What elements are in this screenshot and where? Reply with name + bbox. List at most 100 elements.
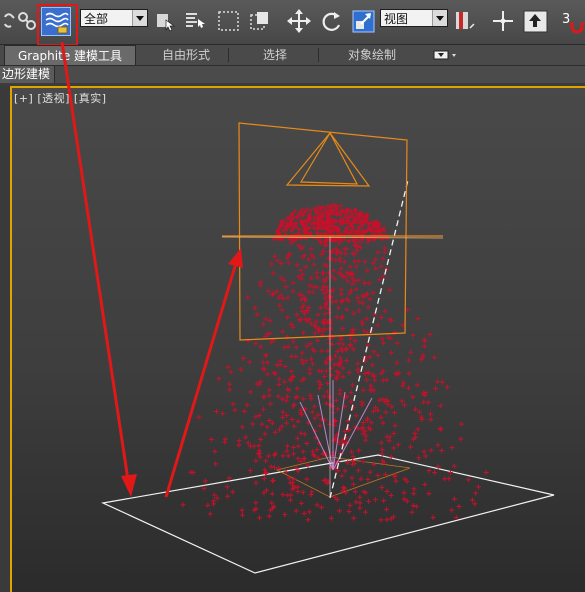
particle [248, 468, 254, 474]
particle [279, 307, 285, 313]
particle [351, 310, 357, 316]
particle [426, 491, 432, 497]
particle [222, 436, 228, 442]
particle [220, 411, 226, 417]
particle [435, 442, 441, 448]
particle [257, 381, 263, 387]
particle [321, 270, 327, 276]
particle [225, 364, 231, 370]
particle [265, 288, 271, 294]
particle [257, 515, 263, 521]
particle [282, 512, 288, 518]
particle [213, 461, 219, 467]
particle [212, 448, 218, 454]
particle [391, 330, 397, 336]
particle [253, 458, 259, 464]
particle [353, 413, 359, 419]
particle [375, 407, 381, 413]
particle [333, 375, 339, 381]
particle [258, 344, 264, 350]
particle [359, 321, 365, 327]
particle [388, 493, 394, 499]
particle [363, 509, 369, 515]
particle [230, 489, 236, 495]
particle [340, 365, 346, 371]
particle [331, 362, 337, 368]
particle [245, 294, 251, 300]
particle [266, 453, 272, 459]
particle [349, 461, 355, 467]
particle [279, 329, 285, 335]
particle [269, 292, 275, 298]
particle [216, 375, 222, 381]
particle [451, 463, 457, 469]
particle [352, 278, 358, 284]
particle [250, 421, 256, 427]
particle [278, 260, 284, 266]
particle [382, 249, 388, 255]
particle [346, 509, 352, 515]
particle [285, 295, 291, 301]
particle [432, 469, 438, 475]
particle [343, 251, 349, 257]
particle [208, 437, 214, 443]
particle [293, 508, 299, 514]
particle [419, 417, 425, 423]
particle [304, 343, 310, 349]
particle [339, 473, 345, 479]
particle [324, 263, 330, 269]
particle [214, 495, 220, 501]
particle [351, 515, 357, 521]
particle [265, 360, 271, 366]
particle [341, 259, 347, 265]
particle [383, 409, 389, 415]
particle [294, 312, 300, 318]
particle [245, 440, 251, 446]
particle [412, 430, 418, 436]
particle [317, 238, 322, 243]
particle [310, 449, 316, 455]
particle [256, 412, 262, 418]
particle [297, 227, 302, 232]
particle [303, 264, 309, 270]
particle [308, 396, 314, 402]
particle [399, 398, 405, 404]
particle [286, 475, 292, 481]
particle [378, 517, 384, 523]
particle [394, 360, 400, 366]
particle [367, 469, 373, 475]
particle [339, 203, 344, 208]
particle [276, 381, 282, 387]
particle [326, 310, 332, 316]
particle [266, 393, 272, 399]
particle [300, 396, 306, 402]
particle [306, 305, 312, 311]
particle [438, 426, 444, 432]
particle [416, 409, 422, 415]
particle [270, 270, 276, 276]
particle [298, 500, 304, 506]
viewport-scene [60, 41, 555, 574]
particle [248, 389, 254, 395]
particle [269, 478, 275, 484]
particle [295, 484, 301, 490]
particle [311, 404, 317, 410]
particle [363, 437, 369, 443]
particle [258, 436, 264, 442]
particle [266, 513, 272, 519]
particle [354, 247, 360, 253]
particle [365, 370, 371, 376]
particle [256, 443, 262, 449]
particle [355, 277, 361, 283]
particle [415, 426, 421, 432]
particle [282, 364, 288, 370]
particle [298, 267, 304, 273]
particle [196, 414, 202, 420]
particle [299, 350, 305, 356]
particle [381, 498, 387, 504]
particle [308, 275, 314, 281]
particle [294, 262, 300, 268]
particle [348, 399, 354, 405]
particle [266, 387, 272, 393]
particle [276, 295, 282, 301]
